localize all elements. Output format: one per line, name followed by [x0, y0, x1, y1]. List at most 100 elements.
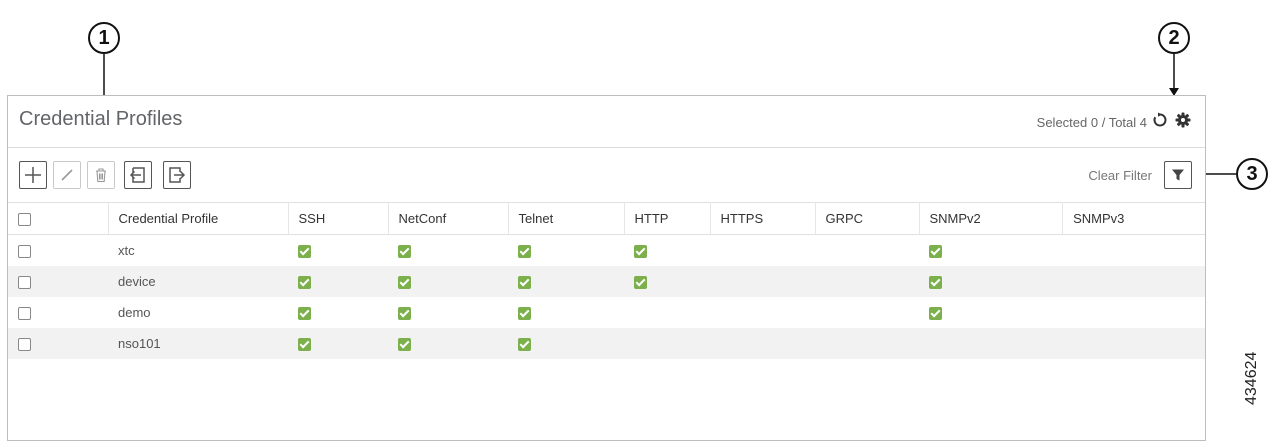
check-icon [398, 245, 411, 259]
check-icon [634, 245, 647, 259]
callout-1: 1 [88, 22, 120, 54]
row-checkbox[interactable] [18, 245, 31, 259]
clear-filter-link[interactable]: Clear Filter [1088, 168, 1152, 183]
trash-icon [96, 168, 106, 183]
row-select-cell [8, 235, 108, 267]
ssh-cell [288, 235, 388, 267]
check-icon [518, 276, 531, 290]
column-header-snmpv3[interactable]: SNMPv3 [1062, 202, 1205, 235]
netconf-cell [388, 235, 508, 267]
check-icon [929, 245, 942, 259]
snmpv3-cell [1063, 297, 1205, 328]
callout-3-label: 3 [1246, 162, 1258, 185]
filter-button[interactable] [1164, 161, 1192, 189]
telnet-cell [508, 297, 624, 328]
column-header-netconf[interactable]: NetConf [388, 202, 509, 235]
check-icon [398, 307, 411, 321]
grpc-cell [815, 235, 919, 267]
gear-icon[interactable] [1174, 111, 1192, 129]
ssh-cell [288, 297, 388, 328]
edit-button[interactable] [53, 161, 81, 189]
snmpv2-cell [919, 266, 1063, 297]
check-icon [518, 307, 531, 321]
row-checkbox[interactable] [18, 338, 31, 352]
row-select-cell [8, 266, 108, 297]
column-header-credential-profile[interactable]: Credential Profile [108, 202, 289, 235]
page-title: Credential Profiles [19, 108, 183, 130]
table-row[interactable]: xtc [8, 235, 1205, 267]
https-cell [710, 297, 815, 328]
check-icon [398, 338, 411, 352]
netconf-cell [388, 328, 508, 359]
table-row[interactable]: device [8, 266, 1205, 297]
telnet-cell [508, 328, 624, 359]
refresh-icon[interactable] [1151, 111, 1169, 129]
grpc-cell [815, 328, 919, 359]
check-icon [518, 245, 531, 259]
snmpv2-cell [919, 235, 1063, 267]
table-header-row: Credential Profile SSH NetConf Telnet HT… [8, 202, 1205, 235]
grpc-cell [815, 297, 919, 328]
https-cell [710, 328, 815, 359]
profile-name-cell: nso101 [108, 328, 288, 359]
export-icon [169, 167, 186, 183]
check-icon [298, 245, 311, 259]
netconf-cell [388, 266, 508, 297]
profile-name-cell: demo [118, 305, 151, 320]
import-button[interactable] [124, 161, 152, 189]
check-icon [298, 338, 311, 352]
check-icon [298, 307, 311, 321]
selection-status: Selected 0 / Total 4 [1036, 115, 1147, 130]
table-row[interactable]: demo [8, 297, 1205, 328]
https-cell [710, 266, 815, 297]
telnet-cell [508, 235, 624, 267]
row-checkbox[interactable] [18, 307, 31, 321]
http-cell [624, 297, 710, 328]
telnet-cell [508, 266, 624, 297]
pencil-icon [61, 169, 73, 181]
column-header-http[interactable]: HTTP [624, 202, 711, 235]
row-checkbox[interactable] [18, 276, 31, 290]
header-divider [8, 147, 1205, 148]
callout-1-label: 1 [98, 26, 110, 49]
select-all-checkbox[interactable] [18, 213, 31, 227]
callout-2: 2 [1158, 22, 1190, 54]
snmpv3-cell [1062, 328, 1205, 359]
column-header-telnet[interactable]: Telnet [508, 202, 625, 235]
profile-name-cell: device [108, 266, 288, 297]
column-header-grpc[interactable]: GRPC [815, 202, 920, 235]
http-cell [624, 266, 710, 297]
http-cell [624, 235, 710, 267]
credential-profiles-panel: Credential Profiles Selected 0 / Total 4 [7, 95, 1206, 441]
ssh-cell [288, 328, 388, 359]
import-icon [129, 167, 145, 183]
snmpv2-cell [919, 328, 1063, 359]
check-icon [518, 338, 531, 352]
callout-2-label: 2 [1168, 26, 1180, 49]
snmpv3-cell [1062, 266, 1205, 297]
row-select-cell [8, 328, 108, 359]
row-select-cell [8, 297, 108, 328]
column-header-snmpv2[interactable]: SNMPv2 [919, 202, 1064, 235]
filter-icon [1172, 169, 1184, 181]
https-cell [710, 235, 815, 267]
column-header-https[interactable]: HTTPS [710, 202, 816, 235]
delete-button[interactable] [87, 161, 115, 189]
table-row[interactable]: nso101 [8, 328, 1205, 359]
figure-id: 434624 [1243, 351, 1260, 405]
ssh-cell [288, 266, 388, 297]
check-icon [398, 276, 411, 290]
check-icon [634, 276, 647, 290]
check-icon [929, 307, 942, 321]
snmpv2-cell [919, 297, 1063, 328]
check-icon [929, 276, 942, 290]
check-icon [298, 276, 311, 290]
http-cell [624, 328, 710, 359]
export-button[interactable] [163, 161, 191, 189]
snmpv3-cell [1063, 235, 1205, 267]
plus-icon [25, 167, 41, 183]
select-all-cell [8, 202, 109, 235]
add-button[interactable] [19, 161, 47, 189]
column-header-ssh[interactable]: SSH [288, 202, 389, 235]
credential-profiles-table: Credential Profile SSH NetConf Telnet HT… [8, 202, 1205, 359]
